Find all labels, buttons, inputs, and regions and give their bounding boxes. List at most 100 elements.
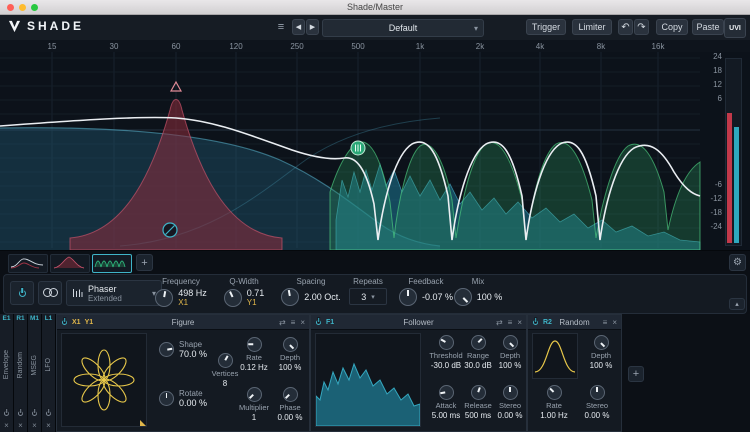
figure-power-button[interactable]	[61, 313, 68, 331]
copy-button[interactable]: Copy	[656, 19, 688, 35]
qwidth-mod-source[interactable]: Y1	[247, 298, 257, 307]
comb-band-handle[interactable]	[351, 141, 365, 155]
figure-shape-value[interactable]: 70.0 %	[179, 349, 207, 359]
frequency-knob[interactable]	[155, 289, 173, 307]
spacing-value[interactable]: 2.00 Oct.	[304, 292, 341, 302]
stereo-link-button[interactable]	[38, 281, 62, 305]
spacing-knob[interactable]	[281, 288, 299, 306]
band-thumbnail-2[interactable]	[50, 254, 90, 273]
figure-phase-knob[interactable]	[283, 387, 298, 402]
follower-attack-value[interactable]: 5.00 ms	[432, 411, 460, 420]
follower-threshold-knob[interactable]	[439, 335, 454, 350]
next-preset-button[interactable]: ▶	[306, 19, 319, 35]
mod-tab-power-button[interactable]	[42, 410, 55, 417]
mod-tab-random[interactable]: R1 Random ×	[14, 314, 28, 432]
close-window-button[interactable]	[7, 4, 14, 11]
lowpass-band-handle[interactable]	[163, 223, 177, 237]
mod-tab-close-icon[interactable]: ×	[42, 421, 55, 430]
menu-icon[interactable]: ≡	[291, 318, 296, 327]
mod-tab-lfo[interactable]: L1 LFO ×	[42, 314, 56, 432]
follower-power-button[interactable]	[315, 313, 322, 331]
figure-rate-knob[interactable]	[247, 337, 262, 352]
follower-attack-knob[interactable]	[439, 385, 454, 400]
window-titlebar[interactable]: Shade/Master	[0, 0, 750, 15]
figure-multiplier-knob[interactable]	[247, 387, 262, 402]
figure-shape-knob[interactable]	[159, 342, 174, 357]
figure-mod-id-x[interactable]: X1	[72, 319, 81, 326]
meter-icon[interactable]: ⇄	[496, 318, 503, 327]
eq-display[interactable]: 24 18 12 6 -6 -12 -18 -24	[0, 52, 750, 251]
prev-preset-button[interactable]: ◀	[292, 19, 305, 35]
undo-icon[interactable]: ↶	[618, 19, 633, 35]
follower-depth-knob[interactable]	[503, 335, 518, 350]
band-power-button[interactable]	[10, 281, 34, 305]
mod-tab-power-button[interactable]	[14, 410, 27, 417]
mod-tab-power-button[interactable]	[0, 410, 13, 417]
preset-selector[interactable]: Default ▾	[322, 19, 484, 37]
follower-release-value[interactable]: 500 ms	[465, 411, 491, 420]
follower-range-knob[interactable]	[471, 335, 486, 350]
swap-axes-icon[interactable]: ⇄	[279, 318, 286, 327]
follower-depth-value[interactable]: 100 %	[499, 361, 522, 370]
random-stereo-knob[interactable]	[590, 385, 605, 400]
random-rate-value[interactable]: 1.00 Hz	[540, 411, 568, 420]
figure-rotate-knob[interactable]	[159, 391, 174, 406]
random-stereo-value[interactable]: 0.00 %	[585, 411, 610, 420]
random-depth-knob[interactable]	[594, 335, 609, 350]
settings-gear-icon[interactable]: ⚙	[729, 254, 746, 271]
figure-phase-value[interactable]: 0.00 %	[278, 413, 303, 422]
figure-vertices-knob[interactable]	[218, 353, 233, 368]
figure-vertices-value[interactable]: 8	[223, 379, 227, 388]
repeats-dropdown[interactable]: 3 ▾	[349, 288, 387, 305]
band-thumbnail-1[interactable]	[8, 254, 48, 273]
eq-display-canvas[interactable]	[0, 52, 750, 250]
mod-tab-close-icon[interactable]: ×	[14, 421, 27, 430]
add-band-button[interactable]: +	[136, 254, 153, 271]
random-rate-knob[interactable]	[547, 385, 562, 400]
qwidth-value[interactable]: 0.71	[247, 288, 265, 298]
feedback-value[interactable]: -0.07 %	[422, 292, 453, 302]
follower-stereo-value[interactable]: 0.00 %	[498, 411, 523, 420]
follower-mod-id[interactable]: F1	[326, 319, 334, 326]
resize-handle-icon[interactable]	[140, 420, 146, 426]
mix-knob[interactable]	[454, 288, 472, 306]
band-thumbnail-3-selected[interactable]	[92, 254, 132, 273]
feedback-knob[interactable]	[399, 288, 417, 306]
random-depth-value[interactable]: 100 %	[590, 361, 613, 370]
figure-rotate-value[interactable]: 0.00 %	[179, 398, 207, 408]
menu-icon[interactable]: ≡	[274, 19, 288, 35]
close-icon[interactable]: ×	[612, 318, 617, 327]
mod-tab-power-button[interactable]	[28, 410, 41, 417]
frequency-value[interactable]: 498 Hz	[178, 288, 207, 298]
limiter-button[interactable]: Limiter	[572, 19, 612, 35]
collapse-panel-button[interactable]: ▴	[729, 298, 745, 310]
random-mod-id[interactable]: R2	[543, 319, 552, 326]
follower-stereo-knob[interactable]	[503, 385, 518, 400]
random-power-button[interactable]	[532, 313, 539, 331]
mod-tab-envelope[interactable]: E1 Envelope ×	[0, 314, 14, 432]
close-icon[interactable]: ×	[300, 318, 305, 327]
uvi-logo[interactable]: UVI	[724, 18, 746, 38]
trigger-button[interactable]: Trigger	[526, 19, 566, 35]
mod-tab-close-icon[interactable]: ×	[0, 421, 13, 430]
zoom-window-button[interactable]	[31, 4, 38, 11]
follower-release-knob[interactable]	[471, 385, 486, 400]
menu-icon[interactable]: ≡	[508, 318, 513, 327]
paste-button[interactable]: Paste	[692, 19, 724, 35]
mix-value[interactable]: 100 %	[477, 292, 503, 302]
figure-rate-value[interactable]: 0.12 Hz	[240, 363, 268, 372]
follower-waveform-display[interactable]	[315, 333, 421, 427]
figure-depth-value[interactable]: 100 %	[279, 363, 302, 372]
figure-multiplier-value[interactable]: 1	[252, 413, 256, 422]
random-curve-display[interactable]	[532, 333, 578, 379]
add-modulator-button[interactable]: +	[628, 366, 644, 382]
mod-tab-mseg[interactable]: M1 MSEG ×	[28, 314, 42, 432]
redo-icon[interactable]: ↷	[634, 19, 649, 35]
figure-xy-pad[interactable]	[61, 333, 147, 427]
figure-depth-knob[interactable]	[283, 337, 298, 352]
menu-icon[interactable]: ≡	[603, 318, 608, 327]
frequency-mod-source[interactable]: X1	[178, 298, 188, 307]
follower-range-value[interactable]: 30.0 dB	[464, 361, 492, 370]
minimize-window-button[interactable]	[19, 4, 26, 11]
figure-mod-id-y[interactable]: Y1	[85, 319, 94, 326]
